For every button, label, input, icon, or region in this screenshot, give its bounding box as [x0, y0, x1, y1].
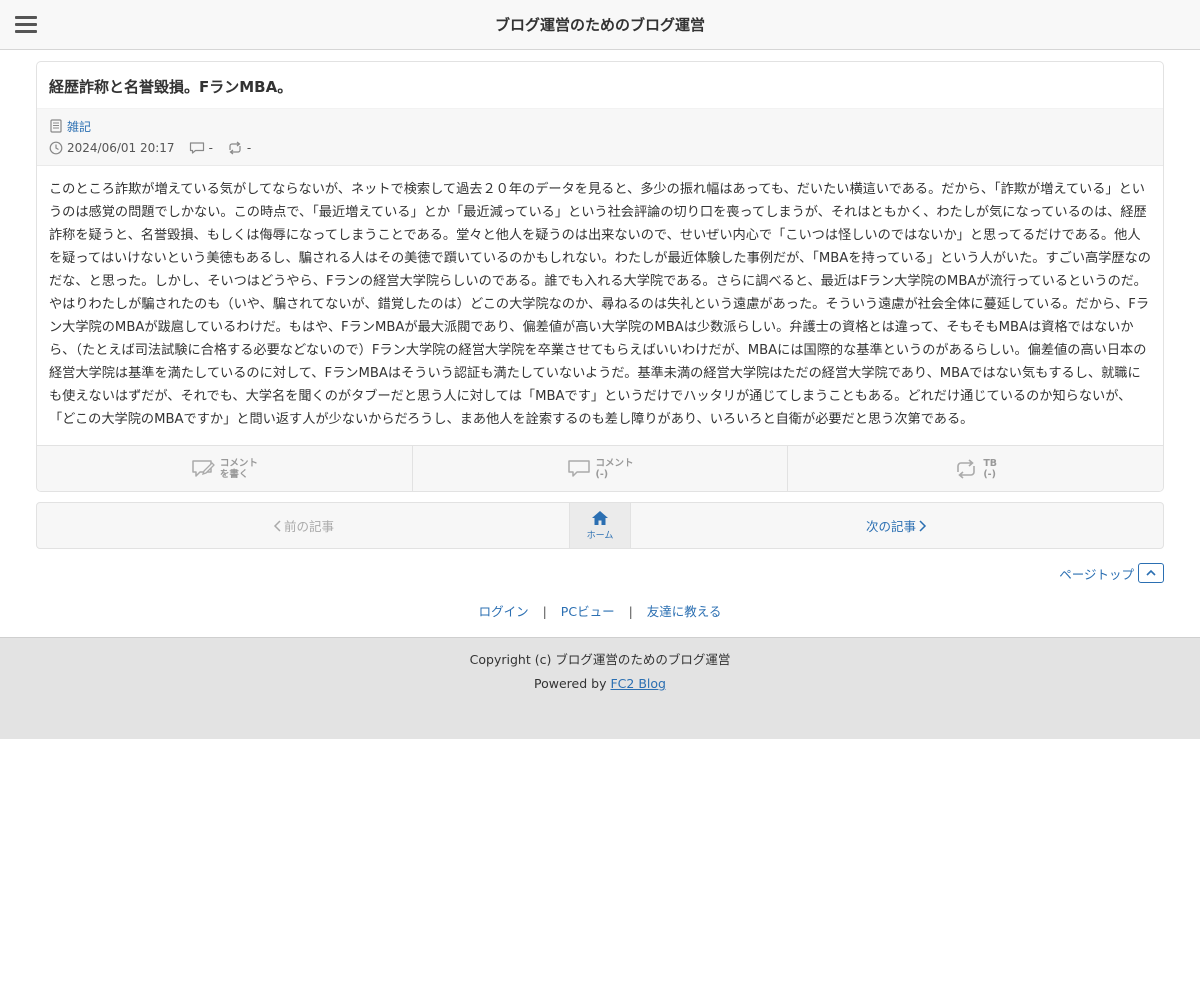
- article-pager: 前の記事 ホーム 次の記事: [36, 502, 1164, 549]
- chevron-up-icon: [1138, 563, 1164, 583]
- next-article-label: 次の記事: [865, 519, 916, 534]
- tb-label-2: (-): [983, 468, 996, 480]
- chevron-right-icon: [919, 519, 927, 532]
- home-button[interactable]: ホーム: [569, 503, 631, 548]
- site-header: ブログ運営のためのブログ運営: [0, 0, 1200, 50]
- page-top: ページトップ: [36, 563, 1164, 585]
- site-title[interactable]: ブログ運営のためのブログ運営: [0, 0, 1200, 50]
- article-title: 経歴詐称と名誉毀損。FランMBA。: [49, 78, 293, 96]
- write-comment-label-2: を書く: [219, 468, 249, 480]
- article-body: このところ詐欺が増えている気がしてならないが、ネットで検索して過去２０年のデータ…: [49, 182, 1151, 427]
- next-article-button[interactable]: 次の記事: [631, 503, 1163, 548]
- clock-icon: [49, 141, 63, 155]
- site-footer: Copyright (c) ブログ運営のためのブログ運営 Powered by …: [0, 637, 1200, 739]
- date-row: 2024/06/01 20:17 - -: [49, 137, 1151, 159]
- comments-label-2: (-): [595, 468, 609, 480]
- write-comment-label-1: コメント: [219, 457, 258, 469]
- login-link[interactable]: ログイン: [479, 604, 529, 619]
- powered-by: Powered by FC2 Blog: [0, 672, 1200, 696]
- prev-article-label: 前の記事: [283, 519, 334, 534]
- category-icon: [50, 119, 62, 133]
- tell-friend-link[interactable]: 友達に教える: [647, 604, 722, 619]
- trackback-count: -: [246, 141, 252, 155]
- comment-icon: [189, 142, 204, 154]
- main-container: 経歴詐称と名誉毀損。FランMBA。 雑記 2024/06/01 20:17 - …: [36, 61, 1164, 585]
- article-card: 経歴詐称と名誉毀損。FランMBA。 雑記 2024/06/01 20:17 - …: [36, 61, 1164, 492]
- pc-view-link[interactable]: PCビュー: [561, 604, 615, 619]
- comments-icon: [567, 459, 590, 477]
- comments-label-1: コメント: [595, 457, 634, 469]
- powered-by-prefix: Powered by: [534, 676, 611, 691]
- home-label: ホーム: [586, 531, 614, 541]
- write-comment-icon: [192, 459, 215, 477]
- page-top-label: ページトップ: [1059, 566, 1134, 582]
- comments-button[interactable]: コメント (-): [413, 446, 789, 491]
- trackback-icon: [229, 141, 241, 155]
- chevron-left-icon: [273, 519, 281, 532]
- comment-count: -: [208, 141, 213, 155]
- link-separator: |: [542, 604, 547, 619]
- article-actions: コメント を書く コメント (-) TB (-): [37, 445, 1163, 491]
- category-row: 雑記: [49, 115, 1151, 137]
- write-comment-button[interactable]: コメント を書く: [37, 446, 413, 491]
- prev-article-button[interactable]: 前の記事: [37, 503, 569, 548]
- copyright: Copyright (c) ブログ運営のためのブログ運営: [469, 652, 731, 667]
- category-link[interactable]: 雑記: [67, 118, 91, 135]
- page-top-link[interactable]: ページトップ: [1059, 563, 1164, 583]
- fc2-blog-link[interactable]: FC2 Blog: [610, 676, 665, 691]
- tb-label-1: TB: [983, 457, 998, 469]
- trackback-button[interactable]: TB (-): [788, 446, 1163, 491]
- footer-links: ログイン | PCビュー | 友達に教える: [0, 601, 1200, 623]
- article-meta: 雑記 2024/06/01 20:17 - -: [37, 108, 1163, 166]
- post-date: 2024/06/01 20:17: [67, 141, 175, 155]
- link-separator: |: [628, 604, 633, 619]
- home-icon: [592, 511, 608, 525]
- tb-icon: [957, 458, 976, 479]
